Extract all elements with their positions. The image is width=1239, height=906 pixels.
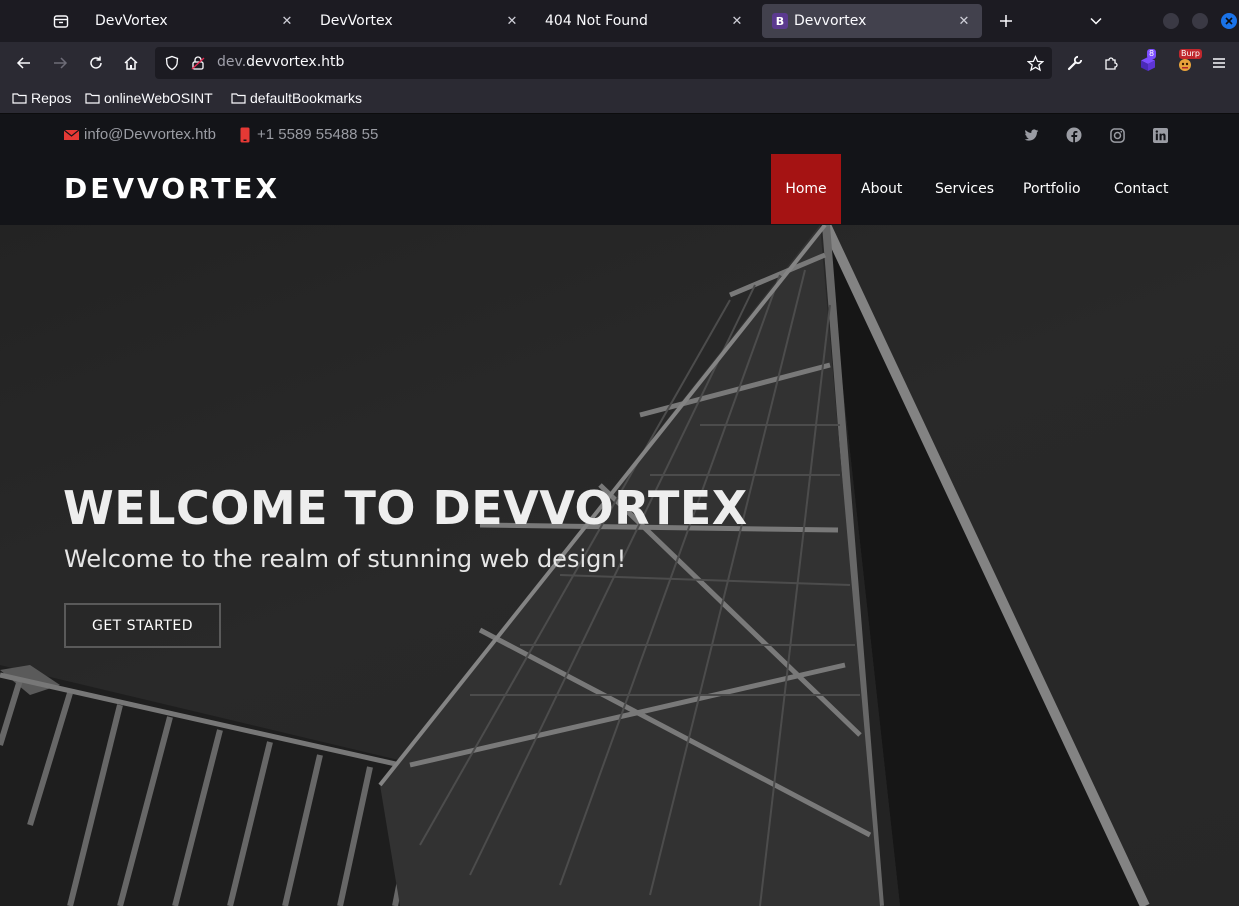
- arrow-left-icon: [16, 57, 30, 69]
- tab-3[interactable]: 404 Not Found ✕: [535, 4, 755, 38]
- close-icon[interactable]: ✕: [504, 13, 520, 29]
- burp-extension-button[interactable]: Burp: [1172, 49, 1202, 76]
- contact-email: info@Devvortex.htb: [64, 126, 216, 143]
- app-menu-button[interactable]: [1206, 50, 1232, 76]
- burp-badge: Burp: [1179, 49, 1202, 59]
- get-started-button[interactable]: GET STARTED: [64, 603, 221, 648]
- list-all-tabs-button[interactable]: [1083, 8, 1109, 34]
- extension-badge: 8: [1147, 49, 1157, 59]
- puzzle-icon: [1105, 57, 1118, 70]
- bookmark-label: defaultBookmarks: [250, 90, 363, 106]
- chevron-down-icon: [1090, 17, 1102, 25]
- folder-icon: [231, 93, 246, 104]
- contact-phone: +1 5589 55488 55: [240, 126, 378, 143]
- facebook-icon: [1066, 127, 1082, 143]
- bookmark-folder-onlinewebosint[interactable]: onlineWebOSINT: [85, 90, 213, 106]
- wrench-button[interactable]: [1062, 50, 1088, 76]
- nav-about[interactable]: About: [861, 154, 902, 224]
- url-bar[interactable]: dev.devvortex.htb: [155, 47, 1052, 79]
- nav-home[interactable]: Home: [771, 154, 841, 224]
- plus-icon: [1000, 15, 1012, 27]
- bookmark-folder-repos[interactable]: Repos: [12, 90, 71, 106]
- reload-button[interactable]: [83, 50, 109, 76]
- hero-subtitle: Welcome to the realm of stunning web des…: [64, 545, 627, 573]
- nav-contact[interactable]: Contact: [1114, 154, 1168, 224]
- facebook-link[interactable]: [1065, 126, 1083, 144]
- close-icon[interactable]: ✕: [956, 13, 972, 29]
- folder-icon: [85, 93, 100, 104]
- twitter-icon: [1024, 128, 1038, 141]
- nav-services[interactable]: Services: [935, 154, 994, 224]
- wrench-icon: [1067, 55, 1083, 71]
- firefox-view-icon: [53, 15, 69, 28]
- instagram-link[interactable]: [1108, 126, 1126, 144]
- forward-button[interactable]: [47, 50, 73, 76]
- site-logo[interactable]: DEVVORTEX: [64, 172, 280, 205]
- minimize-button[interactable]: [1163, 13, 1179, 29]
- tab-4-active[interactable]: B Devvortex ✕: [762, 4, 982, 38]
- back-button[interactable]: [11, 50, 37, 76]
- window-close-button[interactable]: [1221, 13, 1237, 29]
- url-text[interactable]: dev.devvortex.htb: [217, 54, 344, 70]
- site-header: DEVVORTEX Home About Services Portfolio …: [0, 154, 1239, 225]
- bookmark-label: onlineWebOSINT: [104, 90, 213, 106]
- twitter-link[interactable]: [1022, 126, 1040, 144]
- extensions-button[interactable]: [1098, 50, 1124, 76]
- url-subdomain: dev.: [217, 54, 247, 70]
- maximize-button[interactable]: [1192, 13, 1208, 29]
- hero-title: WELCOME TO DEVVORTEX: [63, 481, 748, 535]
- phone-icon: [240, 127, 250, 142]
- close-icon[interactable]: ✕: [279, 13, 295, 29]
- linkedin-link[interactable]: [1151, 126, 1169, 144]
- bookmark-label: Repos: [31, 90, 72, 106]
- lock-insecure-icon[interactable]: [190, 55, 206, 71]
- home-button[interactable]: [118, 50, 144, 76]
- close-icon: [1225, 17, 1233, 25]
- shield-icon[interactable]: [164, 55, 180, 71]
- email-text[interactable]: info@Devvortex.htb: [84, 126, 216, 143]
- nav-portfolio[interactable]: Portfolio: [1023, 154, 1081, 224]
- home-icon: [124, 56, 138, 70]
- bootstrap-favicon-icon: B: [772, 13, 788, 29]
- tab-title: Devvortex: [794, 13, 867, 29]
- bookmark-folder-defaultbookmarks[interactable]: defaultBookmarks: [231, 90, 362, 106]
- navigation-toolbar: dev.devvortex.htb 8 Burp: [0, 42, 1239, 84]
- envelope-icon: [64, 129, 79, 140]
- firefox-view-button[interactable]: [48, 8, 74, 34]
- reload-icon: [90, 56, 102, 69]
- hamburger-menu-icon: [1213, 58, 1225, 68]
- tab-2[interactable]: DevVortex ✕: [310, 4, 530, 38]
- tab-title: 404 Not Found: [545, 13, 648, 29]
- linkedin-icon: [1152, 127, 1168, 143]
- tab-title: DevVortex: [95, 13, 168, 29]
- instagram-icon: [1109, 127, 1125, 143]
- tab-title: DevVortex: [320, 13, 393, 29]
- url-host: devvortex.htb: [246, 54, 345, 70]
- web-page: info@Devvortex.htb +1 5589 55488 55 DEVV…: [0, 114, 1239, 906]
- tab-1[interactable]: DevVortex ✕: [85, 4, 305, 38]
- hero-section: WELCOME TO DEVVORTEX Welcome to the real…: [0, 225, 1239, 906]
- new-tab-button[interactable]: [993, 8, 1019, 34]
- foxyproxy-extension-button[interactable]: 8: [1135, 49, 1161, 76]
- bookmark-star-icon[interactable]: [1027, 55, 1044, 72]
- tab-bar: DevVortex ✕ DevVortex ✕ 404 Not Found ✕ …: [0, 0, 1239, 42]
- folder-icon: [12, 93, 27, 104]
- close-icon[interactable]: ✕: [729, 13, 745, 29]
- phone-text: +1 5589 55488 55: [257, 126, 379, 143]
- arrow-right-icon: [54, 57, 68, 69]
- bookmarks-toolbar: Repos onlineWebOSINT defaultBookmarks: [0, 84, 1239, 114]
- site-top-bar: info@Devvortex.htb +1 5589 55488 55: [0, 114, 1239, 154]
